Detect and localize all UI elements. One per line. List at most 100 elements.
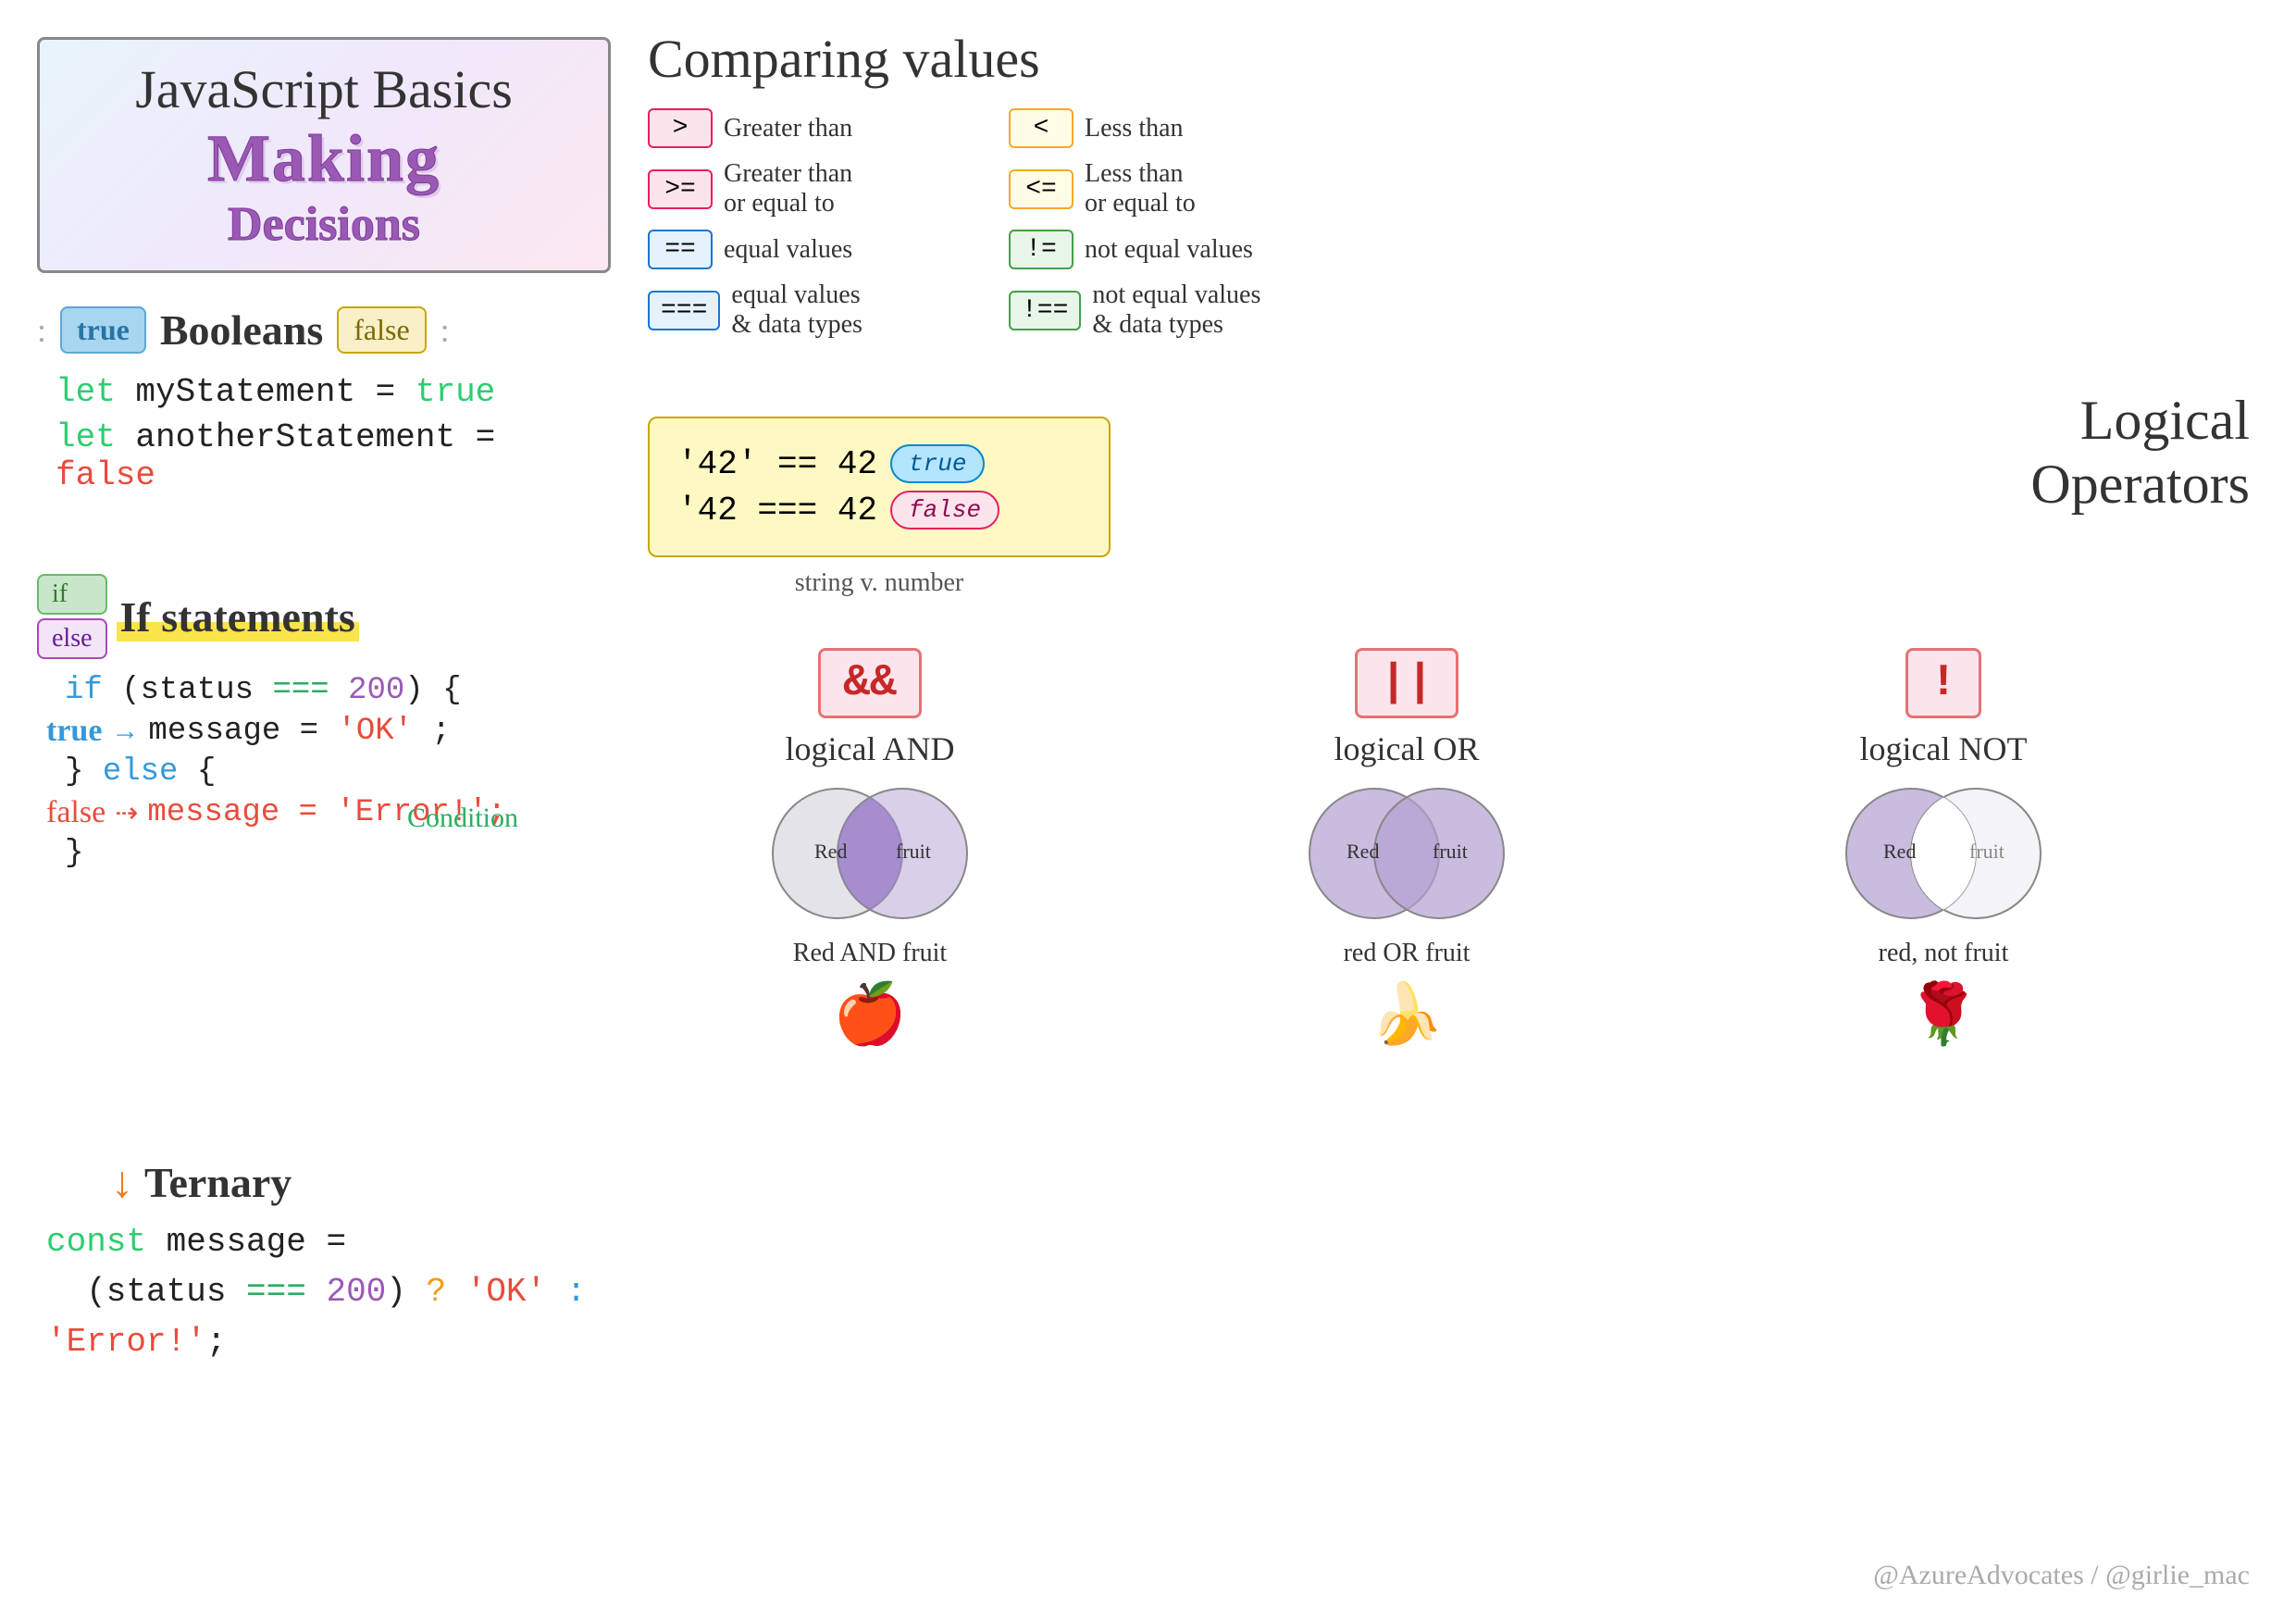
logical-not-item: ! logical NOT Red fruit red, not fruit 🌹 xyxy=(1703,648,2184,1049)
venn-or-label: red OR fruit xyxy=(1344,939,1471,968)
eq-expr-1: '42' == 42 xyxy=(677,445,877,483)
if-statements-section: if else If statements if (status === 200… xyxy=(37,574,666,834)
op-badge-lte: <= xyxy=(1009,169,1074,209)
op-badge-strict-neq: !== xyxy=(1009,291,1081,330)
booleans-section: : true Booleans false : let myStatement … xyxy=(37,305,592,502)
logical-or-name: logical OR xyxy=(1334,729,1480,768)
logical-or-badge: || xyxy=(1355,648,1458,718)
equal-box: '42' == 42 true '42 === 42 false xyxy=(648,417,1111,557)
op-text-strict-neq: not equal values& data types xyxy=(1092,280,1260,340)
op-row-lt: < Less than xyxy=(1009,108,1351,148)
logical-and-name: logical AND xyxy=(786,729,955,768)
true-arrow-icon: → xyxy=(111,716,139,747)
comparing-title: Comparing values xyxy=(648,28,1351,90)
logical-section: && logical AND Red fruit Red AND fruit 🍎 xyxy=(629,648,2249,1049)
badge-else: else xyxy=(37,618,107,659)
op-row-eq: == equal values xyxy=(648,230,990,269)
ternary-label: Ternary xyxy=(144,1158,292,1207)
false-arrow-icon: ⇢ xyxy=(115,797,138,829)
if-badge-col: if else xyxy=(37,574,107,659)
logical-not-badge: ! xyxy=(1905,648,1982,718)
if-code-1: if (status === 200) { xyxy=(37,673,666,708)
deco-colon-right: : xyxy=(441,311,450,350)
op-badge-gte: >= xyxy=(648,169,713,209)
op-row-gte: >= Greater thanor equal to xyxy=(648,159,990,218)
logical-not-name: logical NOT xyxy=(1860,729,2028,768)
down-arrow-icon: ↓ xyxy=(111,1157,133,1208)
op-row-neq: != not equal values xyxy=(1009,230,1351,269)
if-message-ok: message = 'OK' ; xyxy=(148,714,450,749)
if-else: } else { xyxy=(37,754,666,790)
title-box: JavaScript Basics Making Decisions xyxy=(37,37,611,273)
op-text-lt: Less than xyxy=(1085,114,1184,143)
watermark: @AzureAdvocates / @girlie_mac xyxy=(1873,1560,2250,1591)
equal-row-2: '42 === 42 false xyxy=(677,491,1081,529)
logical-and-badge: && xyxy=(818,648,922,718)
op-text-gt: Greater than xyxy=(724,114,852,143)
venn-and: Red fruit xyxy=(740,779,999,928)
venn-not: Red fruit xyxy=(1814,779,2073,928)
equal-example: '42' == 42 true '42 === 42 false string … xyxy=(648,417,1111,598)
op-badge-eq: == xyxy=(648,230,713,269)
booleans-label: Booleans xyxy=(160,305,323,355)
op-row-strict-neq: !== not equal values& data types xyxy=(1009,280,1351,340)
op-text-neq: not equal values xyxy=(1085,235,1253,265)
if-title-row: if else If statements xyxy=(37,574,666,659)
venn-not-svg: Red fruit xyxy=(1814,779,2073,928)
op-badge-lt: < xyxy=(1009,108,1074,148)
title-decisions: Decisions xyxy=(68,197,580,252)
condition-label: Condition xyxy=(407,803,518,833)
logical-or-item: || logical OR Red fruit red OR fruit 🍌 xyxy=(1166,648,1647,1049)
if-title-label: If statements xyxy=(117,592,359,641)
svg-text:fruit: fruit xyxy=(1433,840,1468,863)
op-badge-neq: != xyxy=(1009,230,1074,269)
ternary-arrow: ↓ Ternary xyxy=(37,1157,685,1208)
svg-text:Red: Red xyxy=(1883,840,1916,863)
svg-text:Red: Red xyxy=(814,840,847,863)
op-text-strict-eq: equal values& data types xyxy=(731,280,863,340)
op-row-lte: <= Less thanor equal to xyxy=(1009,159,1351,218)
page: JavaScript Basics Making Decisions : tru… xyxy=(0,0,2296,1619)
venn-or-svg: Red fruit xyxy=(1277,779,1536,928)
fruit-and: 🍎 xyxy=(833,979,907,1049)
true-label: true xyxy=(46,714,102,749)
venn-not-label: red, not fruit xyxy=(1879,939,2009,968)
op-row-strict-eq: === equal values& data types xyxy=(648,280,990,340)
result-true: true xyxy=(890,444,985,483)
if-close: } xyxy=(37,836,666,871)
op-badge-gt: > xyxy=(648,108,713,148)
logical-title-text: LogicalOperators xyxy=(2030,390,2250,515)
badge-if: if xyxy=(37,574,107,615)
deco-colon-left: : xyxy=(37,311,46,350)
title-js: JavaScript Basics xyxy=(68,58,580,120)
svg-text:fruit: fruit xyxy=(1969,840,2004,863)
title-making: Making xyxy=(68,120,580,197)
op-text-eq: equal values xyxy=(724,235,852,265)
equal-row-1: '42' == 42 true xyxy=(677,444,1081,483)
eq-expr-2: '42 === 42 xyxy=(677,492,877,529)
op-badge-strict-eq: === xyxy=(648,291,720,330)
svg-text:fruit: fruit xyxy=(896,840,931,863)
fruit-or: 🍌 xyxy=(1370,979,1444,1049)
operators-grid: > Greater than < Less than >= Greater th… xyxy=(648,108,1351,340)
result-false: false xyxy=(890,491,999,529)
comparing-section: Comparing values > Greater than < Less t… xyxy=(648,28,1351,340)
venn-or: Red fruit xyxy=(1277,779,1536,928)
ternary-section: ↓ Ternary const message = (status === 20… xyxy=(37,1157,685,1367)
venn-and-label: Red AND fruit xyxy=(793,939,947,968)
true-arrow: true → message = 'OK' ; xyxy=(37,714,666,749)
equal-note: string v. number xyxy=(648,568,1111,598)
condition-annotation: Condition xyxy=(407,803,666,834)
false-label: false xyxy=(46,795,105,830)
logical-title: LogicalOperators xyxy=(2030,389,2250,517)
logical-and-item: && logical AND Red fruit Red AND fruit 🍎 xyxy=(629,648,1111,1049)
bool-code-2: let anotherStatement = false xyxy=(37,418,592,494)
svg-text:Red: Red xyxy=(1347,840,1379,863)
fruit-not: 🌹 xyxy=(1906,979,1980,1049)
booleans-title-row: : true Booleans false : xyxy=(37,305,592,355)
badge-true: true xyxy=(60,306,146,354)
op-text-gte: Greater thanor equal to xyxy=(724,159,852,218)
venn-and-svg: Red fruit xyxy=(740,779,999,928)
op-row-gt: > Greater than xyxy=(648,108,990,148)
bool-code-1: let myStatement = true xyxy=(37,373,592,411)
